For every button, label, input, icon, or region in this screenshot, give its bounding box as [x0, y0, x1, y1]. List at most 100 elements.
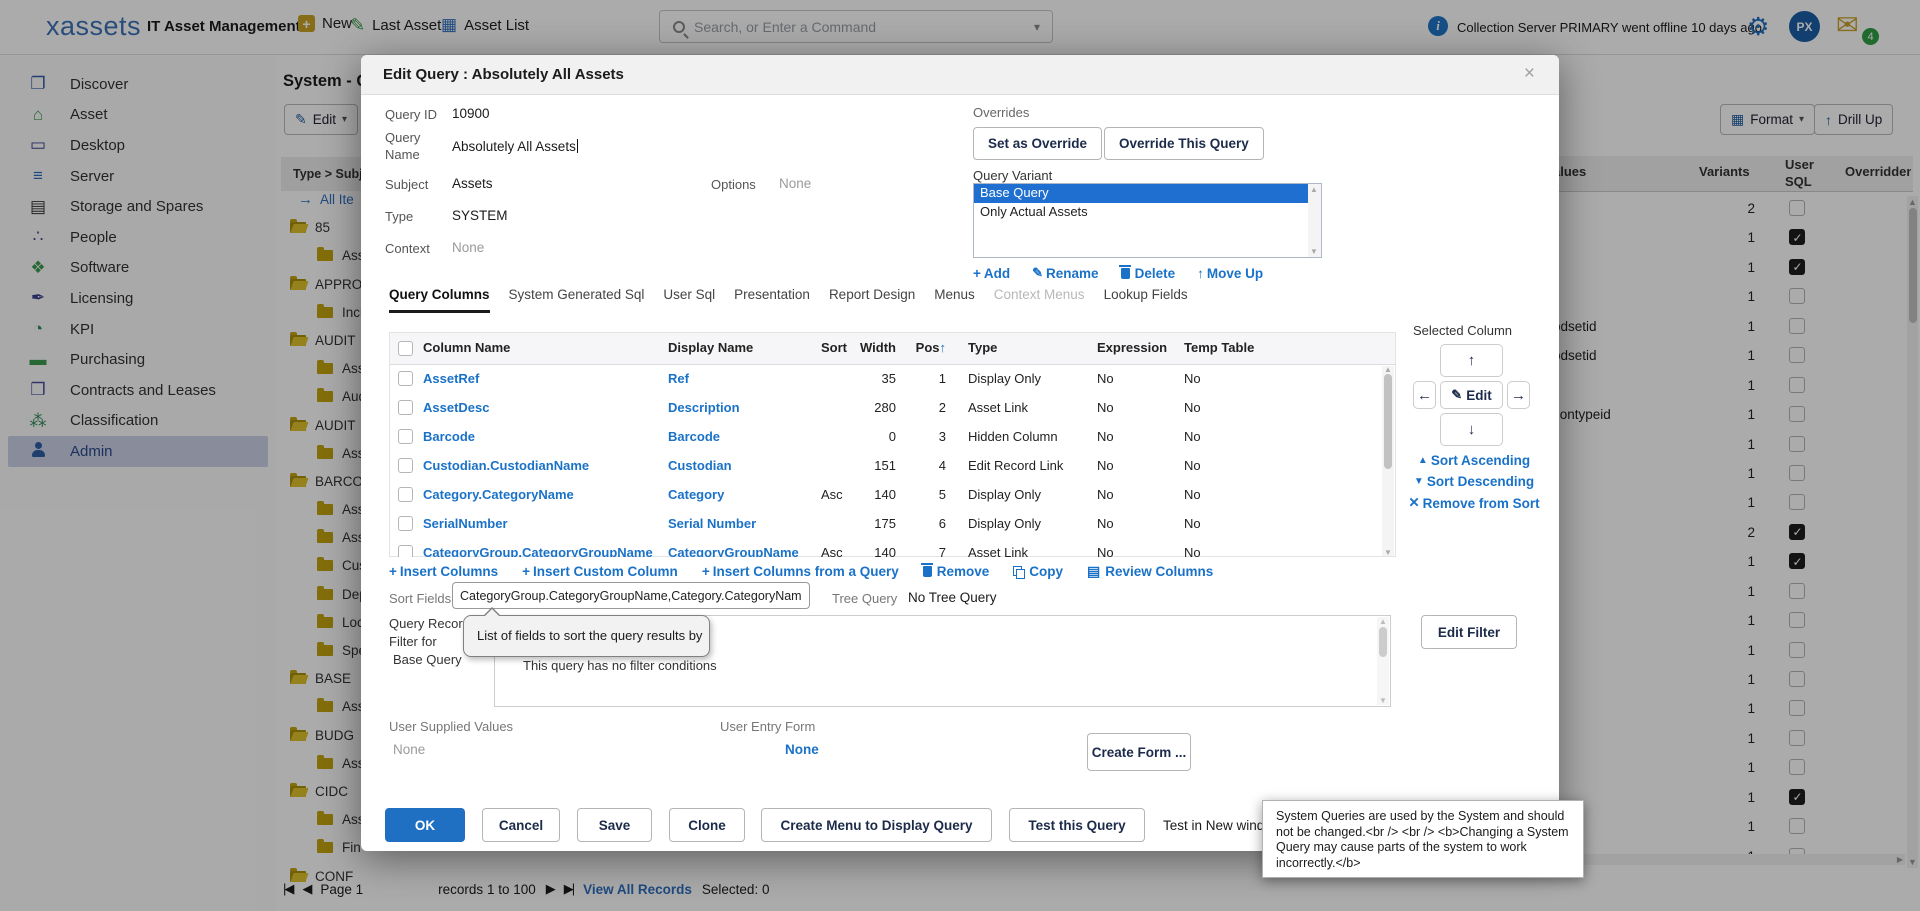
- column-name-link[interactable]: Barcode: [423, 429, 475, 444]
- column-name-link[interactable]: Category.CategoryName: [423, 487, 574, 502]
- display-name-link[interactable]: Custodian: [668, 458, 732, 473]
- pos-value: 4: [906, 458, 946, 473]
- table-row[interactable]: Custodian.CustodianName Custodian 151 4 …: [390, 452, 1395, 481]
- expression-value: No: [1097, 545, 1114, 557]
- variant-scrollbar[interactable]: [1308, 184, 1321, 257]
- table-row[interactable]: AssetDesc Description 280 2 Asset Link N…: [390, 394, 1395, 423]
- copy-columns-link[interactable]: Copy: [1013, 563, 1063, 580]
- column-name-link[interactable]: Custodian.CustodianName: [423, 458, 589, 473]
- dialog-title: Edit Query : Absolutely All Assets: [383, 66, 624, 83]
- row-checkbox[interactable]: [398, 371, 413, 386]
- sort-fields-input[interactable]: [452, 582, 810, 609]
- cancel-button[interactable]: Cancel: [482, 808, 560, 842]
- save-button[interactable]: Save: [577, 808, 652, 842]
- col-type[interactable]: Type: [968, 340, 997, 355]
- sort-desc-icon: ▼: [1414, 476, 1424, 487]
- table-row[interactable]: Category.CategoryName Category Asc 140 5…: [390, 481, 1395, 510]
- insert-columns-from-query-link[interactable]: +Insert Columns from a Query: [702, 563, 899, 580]
- table-row[interactable]: CategoryGroup.CategoryGroupName Category…: [390, 539, 1395, 557]
- delete-variant-link[interactable]: Delete: [1121, 265, 1176, 281]
- rename-variant-link[interactable]: ✎Rename: [1032, 265, 1098, 281]
- clone-button[interactable]: Clone: [669, 808, 745, 842]
- sort-fields-tooltip: List of fields to sort the query results…: [463, 615, 710, 657]
- list-item[interactable]: Only Actual Assets: [974, 203, 1321, 222]
- row-checkbox[interactable]: [398, 400, 413, 415]
- table-row[interactable]: Barcode Barcode 0 3 Hidden Column No No: [390, 423, 1395, 452]
- row-checkbox[interactable]: [398, 516, 413, 531]
- close-icon[interactable]: ×: [1524, 63, 1535, 85]
- table-vertical-scrollbar[interactable]: [1382, 366, 1394, 556]
- type-value: Display Only: [968, 371, 1041, 386]
- query-id-label: Query ID: [385, 107, 437, 122]
- ok-button[interactable]: OK: [385, 808, 465, 842]
- table-row[interactable]: AssetRef Ref 35 1 Display Only No No: [390, 365, 1395, 394]
- move-column-right-button[interactable]: →: [1507, 381, 1530, 409]
- tab[interactable]: Query Columns: [389, 287, 490, 313]
- insert-columns-link[interactable]: +Insert Columns: [389, 563, 498, 580]
- tab[interactable]: Report Design: [829, 287, 915, 313]
- col-expression[interactable]: Expression: [1097, 340, 1167, 355]
- sort-ascending-link[interactable]: ▲Sort Ascending: [1418, 453, 1530, 468]
- display-name-link[interactable]: CategoryGroupName: [668, 545, 799, 557]
- display-name-link[interactable]: Ref: [668, 371, 689, 386]
- create-menu-button[interactable]: Create Menu to Display Query: [761, 808, 992, 842]
- review-columns-link[interactable]: ▤Review Columns: [1087, 563, 1213, 580]
- test-new-window-button[interactable]: Test in New window: [1163, 818, 1262, 833]
- insert-custom-column-link[interactable]: +Insert Custom Column: [522, 563, 678, 580]
- pos-value: 3: [906, 429, 946, 444]
- app-root: xassets IT Asset Management + New ✎ Last…: [0, 0, 1920, 911]
- col-width[interactable]: Width: [841, 340, 896, 355]
- row-checkbox[interactable]: [398, 487, 413, 502]
- display-name-link[interactable]: Description: [668, 400, 740, 415]
- col-display-name[interactable]: Display Name: [668, 340, 753, 355]
- test-query-button[interactable]: Test this Query: [1009, 808, 1145, 842]
- pencil-icon: ✎: [1451, 387, 1462, 403]
- remove-columns-link[interactable]: Remove: [923, 563, 990, 580]
- tab[interactable]: Presentation: [734, 287, 810, 313]
- row-checkbox[interactable]: [398, 429, 413, 444]
- expression-value: No: [1097, 487, 1114, 502]
- sort-descending-link[interactable]: ▼Sort Descending: [1414, 474, 1534, 489]
- review-icon: ▤: [1087, 563, 1100, 580]
- select-all-checkbox[interactable]: [398, 341, 413, 356]
- tab[interactable]: Lookup Fields: [1104, 287, 1188, 313]
- tab[interactable]: User Sql: [663, 287, 715, 313]
- query-name-input[interactable]: Absolutely All Assets: [452, 139, 578, 154]
- move-up-variant-link[interactable]: ↑Move Up: [1197, 265, 1263, 281]
- override-this-query-button[interactable]: Override This Query: [1104, 127, 1264, 160]
- create-form-button[interactable]: Create Form ...: [1087, 733, 1191, 771]
- col-column-name[interactable]: Column Name: [423, 340, 510, 355]
- row-checkbox[interactable]: [398, 545, 413, 557]
- filter-scrollbar[interactable]: [1377, 617, 1389, 705]
- move-column-up-button[interactable]: ↑: [1440, 344, 1503, 377]
- display-name-link[interactable]: Serial Number: [668, 516, 756, 531]
- table-row[interactable]: SerialNumber Serial Number 175 6 Display…: [390, 510, 1395, 539]
- tab[interactable]: Menus: [934, 287, 975, 313]
- column-name-link[interactable]: CategoryGroup.CategoryGroupName: [423, 545, 653, 557]
- tab[interactable]: Context Menus: [994, 287, 1085, 313]
- dialog-header: Edit Query : Absolutely All Assets ×: [361, 55, 1559, 95]
- column-name-link[interactable]: SerialNumber: [423, 516, 508, 531]
- tab[interactable]: System Generated Sql: [509, 287, 645, 313]
- expression-value: No: [1097, 429, 1114, 444]
- list-item[interactable]: Base Query: [974, 184, 1321, 203]
- column-name-link[interactable]: AssetDesc: [423, 400, 490, 415]
- pos-value: 6: [906, 516, 946, 531]
- query-variant-listbox[interactable]: Base Query Only Actual Assets: [973, 183, 1322, 258]
- display-name-link[interactable]: Category: [668, 487, 724, 502]
- move-column-down-button[interactable]: ↓: [1440, 413, 1503, 446]
- user-entry-form-link[interactable]: None: [785, 742, 819, 757]
- copy-icon: [1013, 566, 1023, 577]
- row-checkbox[interactable]: [398, 458, 413, 473]
- edit-filter-button[interactable]: Edit Filter: [1421, 615, 1517, 649]
- edit-column-button[interactable]: ✎Edit: [1440, 381, 1503, 409]
- display-name-link[interactable]: Barcode: [668, 429, 720, 444]
- add-variant-link[interactable]: +Add: [973, 265, 1010, 281]
- col-pos[interactable]: Pos↑: [906, 340, 946, 355]
- table-body: AssetRef Ref 35 1 Display Only No No Ass…: [390, 365, 1395, 557]
- col-temp-table[interactable]: Temp Table: [1184, 340, 1254, 355]
- set-as-override-button[interactable]: Set as Override: [973, 127, 1102, 160]
- column-name-link[interactable]: AssetRef: [423, 371, 479, 386]
- move-column-left-button[interactable]: ←: [1413, 381, 1436, 409]
- remove-from-sort-link[interactable]: ✕Remove from Sort: [1408, 495, 1539, 511]
